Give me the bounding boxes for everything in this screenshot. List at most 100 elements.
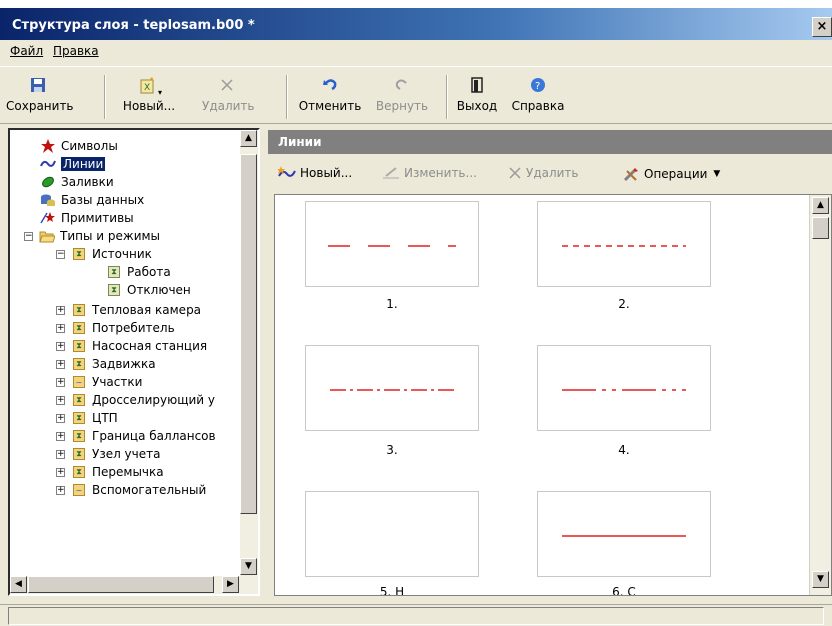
exit-button[interactable]: Выход — [454, 75, 500, 113]
delete-line-label: Удалить — [526, 166, 579, 180]
chevron-down-icon: ▼ — [713, 169, 721, 179]
expand-icon[interactable]: + — [56, 431, 65, 441]
close-button[interactable]: × — [812, 17, 832, 37]
menu-edit[interactable]: Правка — [53, 40, 105, 58]
line-gallery[interactable]: 1. 2. 3. 4. 5. Н 6. С ▲ ▼ — [274, 194, 832, 596]
scroll-left-button[interactable]: ◀ — [10, 576, 27, 593]
tree-item-consumer[interactable]: + ⧗ Потребитель — [56, 318, 175, 338]
tree-item-label: Работа — [127, 265, 171, 279]
new-line-button[interactable]: Новый... — [278, 166, 352, 180]
tree-item-jumper[interactable]: + ⧗ Перемычка — [56, 462, 164, 482]
tree-item-label: Линии — [61, 157, 106, 171]
help-button[interactable]: ? Справка — [510, 75, 566, 113]
undo-button[interactable]: Отменить — [294, 75, 366, 113]
expand-icon[interactable]: + — [56, 413, 65, 423]
line-preview-1[interactable] — [305, 201, 479, 287]
hourglass-folder-icon: ⧗ — [71, 320, 87, 336]
collapse-icon[interactable]: − — [24, 231, 33, 241]
tree-item-label: Тепловая камера — [92, 303, 202, 317]
hourglass-folder-icon: ⧗ — [71, 410, 87, 426]
tree-item-balance-boundary[interactable]: + ⧗ Граница баллансов — [56, 426, 216, 446]
svg-text:?: ? — [535, 81, 540, 92]
tree-item-databases[interactable]: Базы данных — [40, 190, 144, 210]
expand-icon[interactable]: + — [56, 323, 65, 333]
scroll-up-button[interactable]: ▲ — [812, 197, 829, 214]
line-preview-6[interactable] — [537, 491, 711, 577]
expand-icon[interactable]: + — [56, 377, 65, 387]
toolbar-separator — [446, 75, 448, 119]
edit-line-button[interactable]: Изменить... — [382, 166, 477, 180]
line-label-1: 1. — [386, 297, 398, 311]
line-sample-dash-dot — [330, 389, 454, 391]
expand-icon[interactable]: + — [56, 359, 65, 369]
expand-icon[interactable]: + — [56, 467, 65, 477]
operations-button[interactable]: Операции ▼ — [622, 166, 720, 182]
line-sample-long-dash — [328, 245, 456, 247]
tree-item-types[interactable]: − Типы и режимы — [24, 226, 160, 246]
line-label-6: 6. С — [612, 585, 636, 596]
expand-icon[interactable]: + — [56, 395, 65, 405]
tree-item-throttle[interactable]: + ⧗ Дросселирующий у — [56, 390, 215, 410]
hourglass-folder-icon: ⧗ — [71, 356, 87, 372]
tree-item-label: Вспомогательный — [92, 483, 207, 497]
panel-title: Линии — [268, 130, 832, 154]
menu-file[interactable]: Файл — [0, 40, 49, 58]
line-sample-long-dot-dot — [562, 389, 686, 391]
new-button[interactable]: X ▾ Новый... — [114, 75, 184, 113]
tree-item-heat-chamber[interactable]: + ⧗ Тепловая камера — [56, 300, 201, 320]
scroll-thumb[interactable] — [240, 154, 257, 514]
save-label: Сохранить — [6, 99, 74, 113]
tree-item-pump-station[interactable]: + ⧗ Насосная станция — [56, 336, 207, 356]
gallery-vertical-scrollbar[interactable]: ▲ ▼ — [809, 195, 831, 595]
layer-tree[interactable]: Символы Линии Заливки Базы данных Примит… — [8, 128, 260, 596]
expand-icon[interactable]: + — [56, 485, 65, 495]
scroll-thumb[interactable] — [812, 217, 829, 239]
collapse-icon[interactable]: − — [56, 249, 65, 259]
line-preview-2[interactable] — [537, 201, 711, 287]
redo-icon — [370, 75, 434, 95]
tools-icon — [622, 166, 640, 182]
status-field — [8, 607, 824, 625]
scroll-up-button[interactable]: ▲ — [240, 130, 257, 147]
hourglass-folder-icon: ⧗ — [71, 446, 87, 462]
save-icon — [6, 75, 70, 95]
expand-icon[interactable]: + — [56, 305, 65, 315]
expand-icon[interactable]: + — [56, 449, 65, 459]
tree-item-work[interactable]: ⧗ Работа — [106, 262, 171, 282]
line-folder-icon: ~ — [71, 482, 87, 498]
line-preview-4[interactable] — [537, 345, 711, 431]
expand-icon[interactable]: + — [56, 341, 65, 351]
scroll-thumb[interactable] — [28, 576, 214, 593]
tree-item-lines[interactable]: Линии — [40, 154, 106, 174]
scroll-right-button[interactable]: ▶ — [222, 576, 239, 593]
tree-item-disabled[interactable]: ⧗ Отключен — [106, 280, 191, 300]
new-line-label: Новый... — [300, 166, 353, 180]
primitives-icon — [40, 210, 56, 226]
hourglass-folder-icon: ⧗ — [71, 392, 87, 408]
tree-item-primitives[interactable]: Примитивы — [40, 208, 134, 228]
scroll-down-button[interactable]: ▼ — [240, 558, 257, 575]
new-line-icon — [278, 166, 296, 180]
line-preview-5[interactable] — [305, 491, 479, 577]
line-preview-3[interactable] — [305, 345, 479, 431]
save-button[interactable]: Сохранить — [6, 75, 74, 113]
tree-item-valve[interactable]: + ⧗ Задвижка — [56, 354, 156, 374]
panel-toolbar: Новый... Изменить... Удалить Операции ▼ — [268, 158, 832, 188]
tree-item-source[interactable]: − ⧗ Источник — [56, 244, 152, 264]
tree-item-ctp[interactable]: + ⧗ ЦТП — [56, 408, 118, 428]
redo-button[interactable]: Вернуть — [370, 75, 434, 113]
tree-item-sections[interactable]: + ~ Участки — [56, 372, 142, 392]
tree-item-metering-node[interactable]: + ⧗ Узел учета — [56, 444, 160, 464]
line-sample-short-dash — [562, 245, 686, 247]
scroll-down-button[interactable]: ▼ — [812, 571, 829, 588]
tree-item-auxiliary[interactable]: + ~ Вспомогательный — [56, 480, 206, 500]
tree-vertical-scrollbar[interactable]: ▲ ▼ — [240, 130, 258, 576]
delete-line-button[interactable]: Удалить — [508, 166, 579, 180]
hourglass-icon: ⧗ — [106, 282, 122, 298]
tree-item-label: Потребитель — [92, 321, 175, 335]
tree-item-fills[interactable]: Заливки — [40, 172, 114, 192]
tree-item-label: Узел учета — [92, 447, 161, 461]
delete-button[interactable]: Удалить — [202, 75, 255, 113]
tree-item-symbols[interactable]: Символы — [40, 136, 118, 156]
tree-horizontal-scrollbar[interactable]: ◀ ▶ — [10, 576, 258, 594]
